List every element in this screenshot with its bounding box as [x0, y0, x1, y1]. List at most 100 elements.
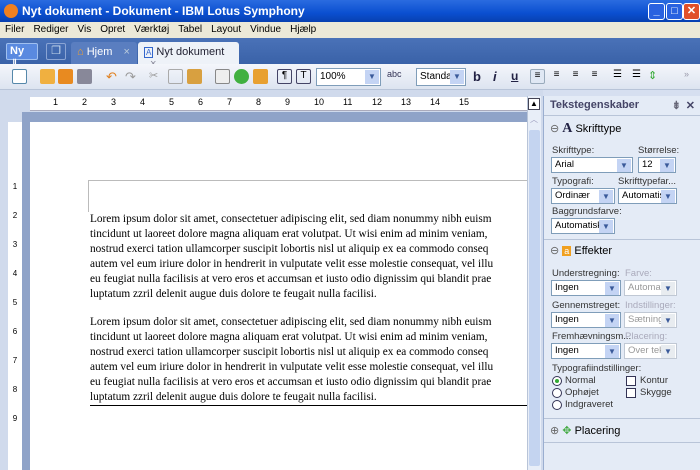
section-font-header[interactable]: ⊖ A Skrifttype	[544, 118, 700, 138]
ruler-tick: 6	[198, 97, 204, 107]
bullet-list-icon[interactable]: ☰	[610, 69, 625, 84]
ruler-tick: 7	[12, 356, 18, 365]
paragraph: Lorem ipsum dolor sit amet, consectetuer…	[90, 315, 527, 406]
paragraph-style-select[interactable]: Standard ▼	[416, 68, 466, 86]
menu-hjaelp[interactable]: Hjælp	[290, 24, 316, 36]
ruler-tick: 2	[82, 97, 88, 107]
bold-button[interactable]: b	[473, 69, 488, 84]
pin-icon[interactable]: ⇟	[672, 99, 681, 112]
minimize-button[interactable]: _	[648, 3, 665, 20]
tab-document[interactable]: A Nyt dokument ×	[138, 42, 239, 70]
cut-icon[interactable]: ✂	[149, 69, 164, 84]
section-placement-header[interactable]: ⊕ ✥ Placering	[544, 421, 700, 441]
copy-icon[interactable]	[168, 69, 183, 84]
underline-color-select[interactable]: Automatisk ▼	[624, 280, 677, 296]
position-select[interactable]: Over tekst ▼	[624, 343, 677, 359]
strikethrough-select[interactable]: Ingen ▼	[551, 312, 621, 328]
expand-icon: ⊕	[550, 425, 560, 437]
new-document-icon[interactable]	[12, 69, 27, 84]
normal-radio[interactable]	[552, 376, 562, 386]
ruler-tick: 11	[343, 97, 353, 107]
toolbar-overflow-icon[interactable]: »	[684, 69, 699, 84]
style-select[interactable]: Ordinær ▼	[551, 188, 615, 204]
paragraph: Lorem ipsum dolor sit amet, consectetuer…	[90, 213, 494, 300]
size-select[interactable]: 12 ▼	[638, 157, 676, 173]
align-right-icon[interactable]: ≡	[568, 69, 583, 84]
background-color-label: Baggrundsfarve:	[552, 206, 622, 217]
chevron-down-icon: ▼	[661, 282, 675, 295]
menu-tabel[interactable]: Tabel	[178, 24, 202, 36]
italic-button[interactable]: i	[493, 69, 508, 84]
font-color-select[interactable]: Automatisk ▼	[618, 188, 677, 204]
home-icon: ⌂	[77, 46, 84, 58]
emphasis-label: Fremhævningsm...	[552, 331, 632, 342]
ruler-toggle-icon[interactable]: ▲	[528, 98, 540, 110]
ruler-tick: 3	[12, 240, 18, 249]
raised-radio[interactable]	[552, 388, 562, 398]
text-box-icon[interactable]: T	[296, 69, 311, 84]
menu-vaerktoj[interactable]: Værktøj	[134, 24, 169, 36]
engraved-radio[interactable]	[552, 400, 562, 410]
menu-vindue[interactable]: Vindue	[250, 24, 281, 36]
outline-checkbox[interactable]	[626, 376, 636, 386]
table-icon[interactable]	[215, 69, 230, 84]
numbered-list-icon[interactable]: ☰	[629, 69, 644, 84]
ruler-tick: 15	[459, 97, 470, 107]
sidebar-title: Tekstegenskaber ⇟ ✕	[544, 96, 700, 116]
image-icon[interactable]	[253, 69, 268, 84]
close-button[interactable]: ✕	[683, 3, 700, 20]
scroll-thumb[interactable]	[529, 130, 540, 466]
emphasis-select[interactable]: Ingen ▼	[551, 343, 621, 359]
redo-icon[interactable]: ↷	[125, 69, 140, 84]
document-text[interactable]: Lorem ipsum dolor sit amet, consectetuer…	[90, 212, 527, 419]
menu-filer[interactable]: Filer	[5, 24, 24, 36]
text-properties-sidebar: Tekstegenskaber ⇟ ✕ ⊖ A Skrifttype Skriftt…	[543, 96, 700, 470]
menu-layout[interactable]: Layout	[211, 24, 241, 36]
scroll-up-icon[interactable]: ︿	[528, 114, 540, 128]
font-select[interactable]: Arial ▼	[551, 157, 633, 173]
vertical-ruler[interactable]: 1 2 3 4 5 6 7 8 9	[8, 122, 22, 470]
size-label: Størrelse:	[638, 145, 680, 156]
ruler-tick: 4	[140, 97, 146, 107]
close-sidebar-icon[interactable]: ✕	[686, 99, 695, 112]
align-center-icon[interactable]: ≡	[549, 69, 564, 84]
underline-select[interactable]: Ingen ▼	[551, 280, 621, 296]
formatting-marks-icon[interactable]: ¶	[277, 69, 292, 84]
spellcheck-icon[interactable]: abc	[387, 69, 402, 84]
vertical-scrollbar[interactable]: ▲ ︿	[527, 96, 541, 470]
ruler-tick: 6	[12, 327, 18, 336]
engraved-label: Indgraveret	[565, 399, 614, 410]
outline-label: Kontur	[640, 375, 668, 386]
menu-rediger[interactable]: Rediger	[33, 24, 68, 36]
background-color-select[interactable]: Automatisk ▼	[551, 218, 615, 234]
section-effects-header[interactable]: ⊖ a Effekter	[544, 241, 700, 261]
justify-icon[interactable]: ≡	[587, 69, 602, 84]
shadow-checkbox[interactable]	[626, 388, 636, 398]
chart-icon[interactable]	[234, 69, 249, 84]
tab-home[interactable]: ⌂ Hjem ×	[71, 42, 137, 64]
ruler-tick: 4	[12, 269, 18, 278]
save-icon[interactable]	[58, 69, 73, 84]
underline-button[interactable]: u	[511, 69, 526, 84]
close-tab-icon[interactable]: ×	[123, 46, 129, 58]
print-icon[interactable]	[77, 69, 92, 84]
collapse-icon: ⊖	[550, 245, 560, 257]
title-bar: Nyt dokument - Dokument - IBM Lotus Symp…	[0, 0, 700, 22]
open-icon[interactable]	[40, 69, 55, 84]
menu-opret[interactable]: Opret	[100, 24, 125, 36]
new-button[interactable]: Ny ⇓	[6, 43, 38, 70]
settings-select[interactable]: Sætning ▼	[624, 312, 677, 328]
maximize-button[interactable]: □	[666, 3, 683, 20]
line-spacing-icon[interactable]: ⇕	[648, 69, 663, 84]
align-left-icon[interactable]: ≡	[530, 69, 545, 84]
undo-icon[interactable]: ↶	[106, 69, 121, 84]
show-tabs-icon[interactable]: ❐	[46, 43, 66, 60]
menu-vis[interactable]: Vis	[77, 24, 91, 36]
ruler-tick: 14	[430, 97, 441, 107]
style-label: Typografi:	[552, 176, 594, 187]
zoom-select[interactable]: 100% ▼	[316, 68, 381, 86]
paste-icon[interactable]	[187, 69, 202, 84]
chevron-down-icon: ▼	[605, 282, 619, 295]
toolbar: ↶ ↷ ✂ ¶ T 100% ▼ abc Standard ▼ b i u ≡ ≡ …	[0, 64, 700, 90]
horizontal-ruler[interactable]: 1 2 3 4 5 6 7 8 9 10 11 12 13 14 15	[30, 97, 527, 111]
